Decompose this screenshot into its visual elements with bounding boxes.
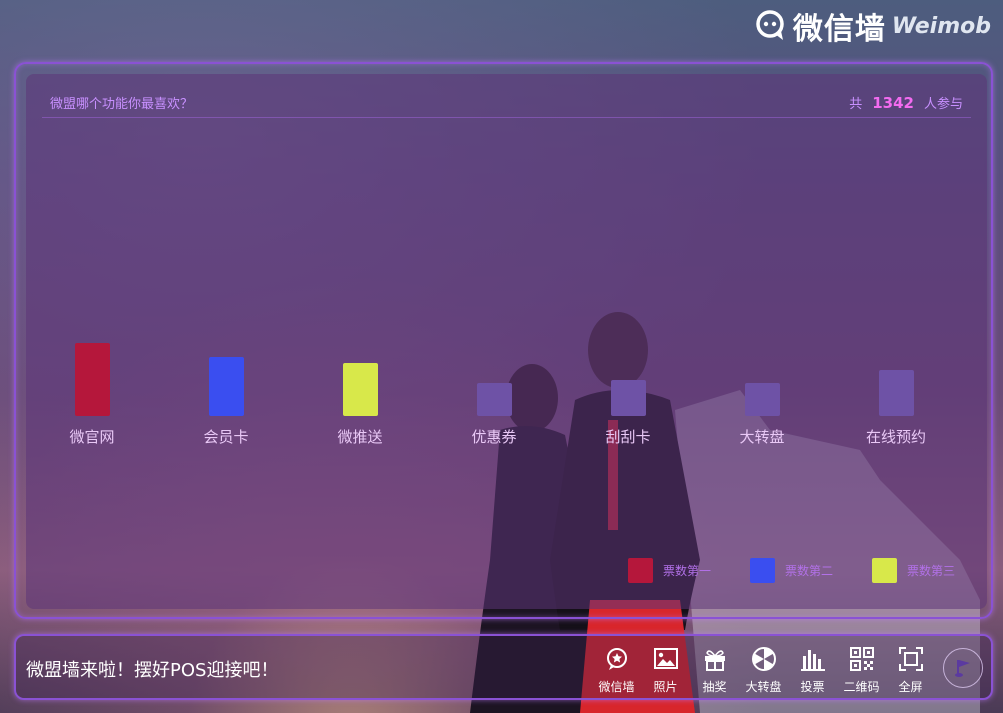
vote-option-label: 刮刮卡 xyxy=(605,428,651,446)
nav-item[interactable]: 大转盘 xyxy=(739,646,788,695)
legend-item: 票数第一 xyxy=(628,558,711,583)
nav-item[interactable]: 抽奖 xyxy=(690,646,739,695)
vote-option-label: 优惠券 xyxy=(471,428,517,446)
vote-board: 微盟哪个功能你最喜欢？ 共 1342 人参与 微官网 会员卡 微推送 优惠券 刮刮卡 大转… xyxy=(14,62,993,619)
vote-bar xyxy=(208,357,244,416)
vote-question: 微盟哪个功能你最喜欢？ xyxy=(50,97,194,112)
nav-item-label: 微信墙 xyxy=(598,680,635,694)
nav-item-label: 照片 xyxy=(653,680,678,694)
fullscreen-icon xyxy=(898,647,923,671)
gift-icon xyxy=(704,650,725,671)
vote-bars: 微官网 会员卡 微推送 优惠券 刮刮卡 大转盘 在线预约 xyxy=(26,134,987,524)
wechat-bubble-logo-icon xyxy=(756,10,784,40)
vote-option: 微官网 xyxy=(52,343,132,447)
legend-swatch xyxy=(628,558,653,583)
vote-bar xyxy=(342,363,378,416)
feature-nav: 微信墙 照片 抽奖 大转盘 投票 二维码 全屏 xyxy=(592,646,935,695)
vote-chart-icon xyxy=(800,650,825,671)
vote-option-label: 微推送 xyxy=(337,428,383,446)
vote-option-label: 在线预约 xyxy=(865,428,926,446)
nav-item[interactable]: 投票 xyxy=(788,646,837,695)
vote-bar xyxy=(744,383,780,416)
nav-item[interactable]: 照片 xyxy=(641,646,690,695)
wheel-icon xyxy=(751,647,776,671)
legend-swatch xyxy=(872,558,897,583)
participant-count: 共 1342 人参与 xyxy=(849,93,963,113)
count-prefix: 共 xyxy=(849,97,863,112)
vote-panel: 微盟哪个功能你最喜欢？ 共 1342 人参与 微官网 会员卡 微推送 优惠券 刮刮卡 大转… xyxy=(26,74,987,609)
music-button[interactable] xyxy=(943,648,983,688)
nav-item-label: 全屏 xyxy=(898,680,923,694)
vote-option: 刮刮卡 xyxy=(588,380,668,447)
legend-label: 票数第一 xyxy=(663,564,712,578)
vote-bar xyxy=(610,380,646,416)
nav-item[interactable]: 二维码 xyxy=(837,646,886,695)
brand-sub: Weimob xyxy=(891,13,991,39)
wechat-wall-icon xyxy=(606,648,627,670)
nav-item-label: 投票 xyxy=(800,680,825,694)
vote-bar xyxy=(476,383,512,416)
legend-item: 票数第三 xyxy=(872,558,955,583)
vote-option: 大转盘 xyxy=(722,383,802,447)
qrcode-icon xyxy=(849,647,874,671)
ticker-message: 微盟墙来啦！摆好POS迎接吧！ xyxy=(26,660,279,681)
legend-label: 票数第二 xyxy=(785,564,834,578)
vote-option: 会员卡 xyxy=(186,357,266,447)
legend-swatch xyxy=(750,558,775,583)
vote-option-label: 微官网 xyxy=(69,428,115,446)
vote-bar xyxy=(878,370,914,416)
photo-icon xyxy=(653,648,678,669)
vote-header: 微盟哪个功能你最喜欢？ 共 1342 人参与 xyxy=(42,88,971,118)
weimob-logo: 微信墙 Weimob xyxy=(755,6,991,47)
nav-item[interactable]: 全屏 xyxy=(886,646,935,695)
brand-name: 微信墙 xyxy=(792,12,886,47)
vote-option-label: 会员卡 xyxy=(203,428,249,446)
vote-option: 优惠券 xyxy=(454,383,534,447)
vote-option-label: 大转盘 xyxy=(739,428,785,446)
legend-label: 票数第三 xyxy=(907,564,956,578)
count-number: 1342 xyxy=(872,93,914,112)
count-suffix: 人参与 xyxy=(923,97,963,112)
bottom-toolbar: 微盟墙来啦！摆好POS迎接吧！ 微信墙 照片 抽奖 大转盘 投票 二维码 全屏 xyxy=(14,634,993,700)
nav-item-label: 二维码 xyxy=(843,680,880,694)
nav-item-label: 抽奖 xyxy=(702,680,727,694)
nav-item-label: 大转盘 xyxy=(745,680,782,694)
legend-item: 票数第二 xyxy=(750,558,833,583)
vote-bar xyxy=(74,343,110,416)
vote-option: 在线预约 xyxy=(856,370,936,447)
music-flag-icon xyxy=(955,660,970,677)
vote-legend: 票数第一 票数第二 票数第三 xyxy=(26,558,987,584)
vote-option: 微推送 xyxy=(320,363,400,447)
nav-item[interactable]: 微信墙 xyxy=(592,646,641,695)
